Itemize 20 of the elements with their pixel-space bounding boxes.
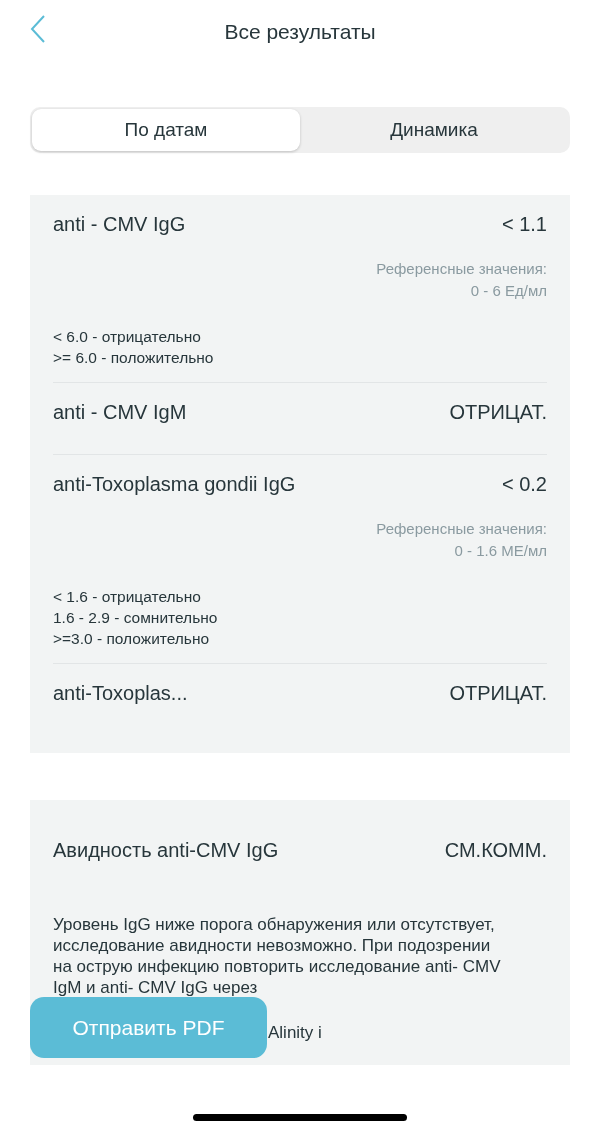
tab[interactable]: По датам bbox=[32, 109, 300, 151]
test-name: anti - CMV IgM bbox=[53, 401, 187, 424]
test-name: anti-Toxoplas... bbox=[53, 682, 188, 705]
tab[interactable]: Динамика bbox=[300, 109, 568, 151]
test-value: ОТРИЦАТ. bbox=[449, 401, 547, 424]
comment-text: Уровень IgG ниже порога обнаружения или отсутствует, исследование авидности невозможно. При подозрении на острую инфекцию повторить исследование anti- CMV IgM и anti- CMV IgG через bbox=[53, 914, 502, 998]
interpretation-text: < 6.0 - отрицательно >= 6.0 - положительно bbox=[53, 327, 215, 368]
test-value: ОТРИЦАТ. bbox=[449, 682, 547, 705]
test-name: anti-Toxoplasma gondii IgG bbox=[53, 473, 296, 496]
interpretation-text: < 1.6 - отрицательно 1.6 - 2.9 - сомнительно >=3.0 - положительно bbox=[53, 587, 219, 649]
test-name: anti - CMV IgG bbox=[53, 213, 186, 236]
comment-text: Alinity i bbox=[268, 1022, 323, 1043]
reference-values: Референсные значения: 0 - 6 Ед/мл bbox=[375, 259, 547, 301]
test-name: Авидность anti-CMV IgG bbox=[53, 839, 279, 862]
test-value: СМ.КОММ. bbox=[444, 839, 547, 862]
test-value: < 0.2 bbox=[501, 473, 547, 496]
reference-values: Референсные значения: 0 - 1.6 МЕ/мл bbox=[375, 519, 547, 561]
test-value: < 1.1 bbox=[501, 213, 547, 236]
page-title: Все результаты bbox=[224, 20, 376, 44]
back-icon[interactable] bbox=[28, 14, 48, 44]
